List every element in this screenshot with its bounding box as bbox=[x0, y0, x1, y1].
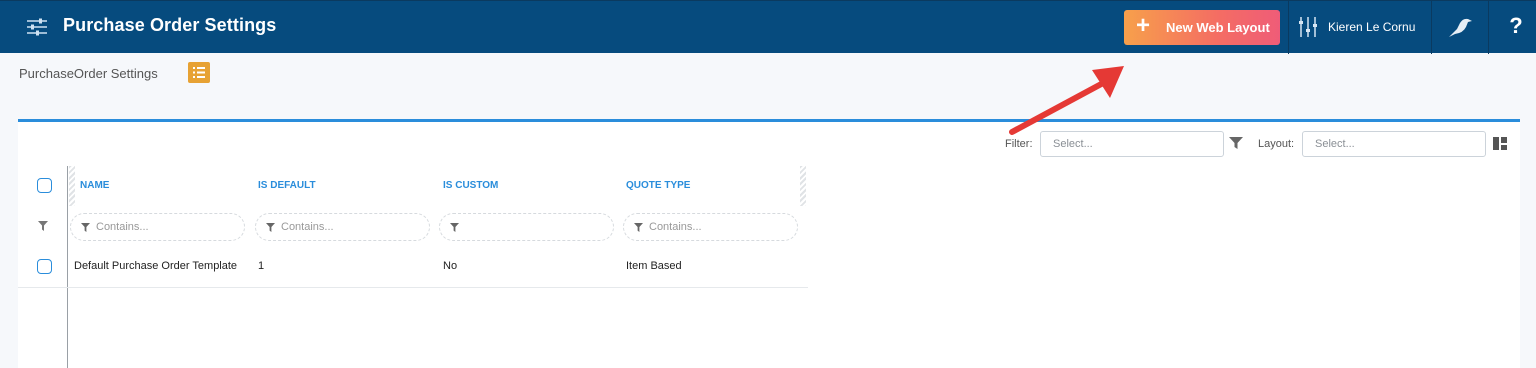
column-header-is-custom[interactable]: IS CUSTOM bbox=[443, 180, 498, 191]
page-title: Purchase Order Settings bbox=[63, 15, 277, 35]
name-filter-input[interactable]: Contains... bbox=[70, 213, 245, 241]
column-resize-handle[interactable] bbox=[69, 166, 75, 206]
user-sliders-icon[interactable] bbox=[1298, 16, 1318, 38]
cell-is-default: 1 bbox=[258, 260, 265, 272]
filter-placeholder: Contains... bbox=[281, 221, 334, 233]
funnel-icon bbox=[450, 223, 459, 232]
column-header-name[interactable]: NAME bbox=[80, 180, 109, 191]
cell-name: Default Purchase Order Template bbox=[74, 260, 238, 272]
column-resize-handle[interactable] bbox=[800, 166, 806, 206]
new-web-layout-label: New Web Layout bbox=[1166, 20, 1270, 35]
filter-row-funnel-icon bbox=[38, 221, 48, 231]
is-custom-filter-select[interactable] bbox=[439, 213, 614, 241]
funnel-icon bbox=[634, 223, 643, 232]
column-header-is-default[interactable]: IS DEFAULT bbox=[258, 180, 316, 191]
funnel-icon bbox=[81, 223, 90, 232]
list-view-button[interactable] bbox=[188, 62, 210, 83]
filter-placeholder: Contains... bbox=[96, 221, 149, 233]
cell-quote-type: Item Based bbox=[626, 260, 682, 272]
user-name-menu[interactable]: Kieren Le Cornu bbox=[1328, 20, 1415, 34]
list-icon bbox=[193, 67, 205, 78]
funnel-icon[interactable] bbox=[1229, 137, 1243, 149]
annotation-arrow bbox=[1009, 66, 1124, 135]
layout-grid-icon[interactable] bbox=[1493, 137, 1507, 150]
quote-type-filter-input[interactable]: Contains... bbox=[623, 213, 798, 241]
breadcrumb: PurchaseOrder Settings bbox=[19, 66, 158, 81]
is-default-filter-input[interactable]: Contains... bbox=[255, 213, 430, 241]
header-divider bbox=[1431, 1, 1432, 54]
header-divider bbox=[1488, 1, 1489, 54]
bird-icon[interactable] bbox=[1447, 15, 1473, 39]
top-header-bar: Purchase Order Settings + New Web Layout… bbox=[0, 0, 1536, 54]
select-all-checkbox[interactable] bbox=[37, 178, 52, 193]
filter-placeholder: Contains... bbox=[649, 221, 702, 233]
funnel-icon bbox=[266, 223, 275, 232]
settings-sliders-icon bbox=[27, 18, 47, 36]
cell-is-custom: No bbox=[443, 260, 458, 272]
layout-label: Layout: bbox=[1258, 138, 1295, 150]
plus-icon: + bbox=[1136, 12, 1151, 39]
column-header-quote-type[interactable]: QUOTE TYPE bbox=[626, 180, 690, 191]
new-web-layout-button[interactable]: + New Web Layout bbox=[1124, 10, 1280, 45]
grid-panel bbox=[18, 119, 1520, 368]
help-icon[interactable]: ? bbox=[1504, 13, 1528, 41]
layout-select-placeholder: Select... bbox=[1315, 138, 1355, 150]
row-checkbox[interactable] bbox=[37, 259, 52, 274]
header-divider bbox=[1288, 1, 1289, 54]
layout-select[interactable]: Select... bbox=[1302, 131, 1486, 157]
